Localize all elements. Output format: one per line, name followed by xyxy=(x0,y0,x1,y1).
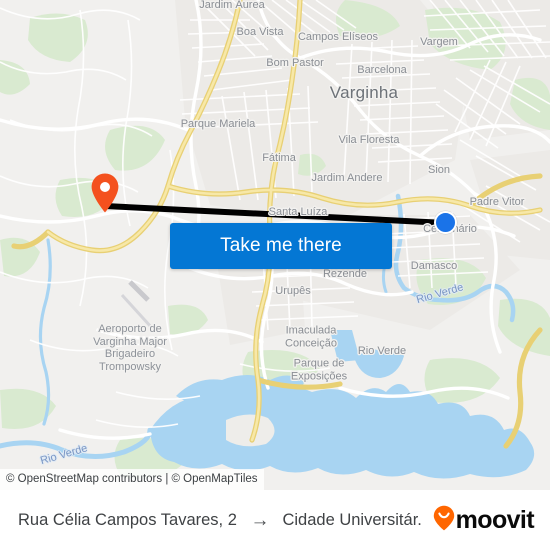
moovit-pin-icon xyxy=(433,505,455,536)
trip-summary-bar: Rua Célia Campos Tavares, 2... → Cidade … xyxy=(0,490,550,550)
moovit-map-screen: Jardim Áurea Boa Vista Campos Elíseos Varge… xyxy=(0,0,550,550)
map-canvas[interactable]: Jardim Áurea Boa Vista Campos Elíseos Varge… xyxy=(0,0,550,490)
trip-destination-label[interactable]: Cidade Universitár... xyxy=(282,511,422,530)
moovit-wordmark: moovit xyxy=(455,505,535,534)
origin-pin-icon[interactable] xyxy=(90,172,120,214)
map-attribution[interactable]: © OpenStreetMap contributors | © OpenMap… xyxy=(0,469,264,490)
attribution-text: © OpenStreetMap contributors | © OpenMap… xyxy=(6,473,258,485)
take-me-there-button[interactable]: Take me there xyxy=(170,223,392,269)
destination-dot-icon[interactable] xyxy=(434,211,457,234)
arrow-right-icon: → xyxy=(250,509,270,531)
trip-origin-label[interactable]: Rua Célia Campos Tavares, 2... xyxy=(18,511,237,530)
moovit-logo[interactable]: moovit xyxy=(433,505,535,536)
